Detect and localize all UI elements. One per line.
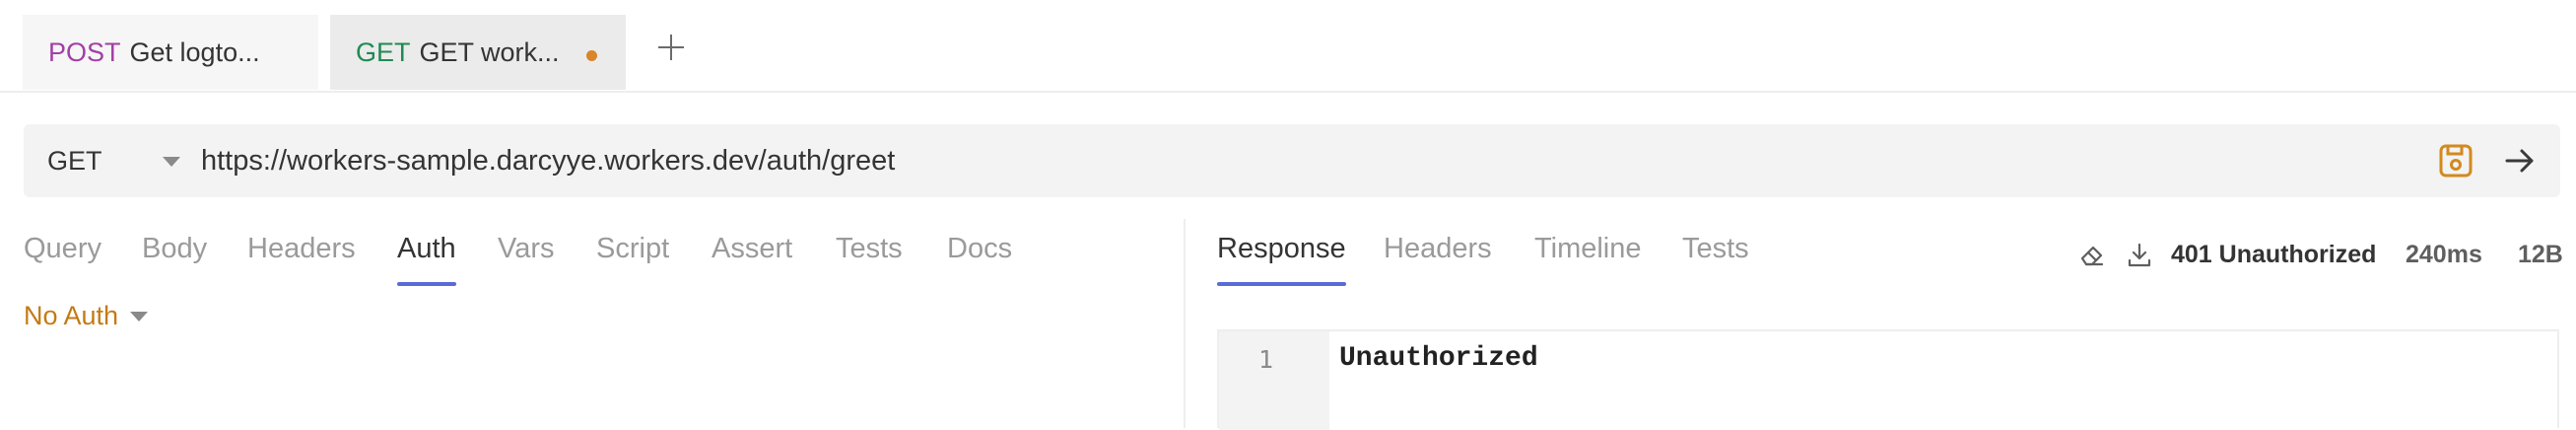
- chevron-down-icon: [130, 311, 149, 322]
- tab-title: GET work...: [419, 36, 560, 67]
- tab-headers[interactable]: Headers: [247, 233, 356, 265]
- tab-query[interactable]: Query: [24, 233, 102, 265]
- arrow-right-icon[interactable]: [2501, 142, 2539, 179]
- line-number: 1: [1258, 345, 1274, 374]
- tab-response-headers[interactable]: Headers: [1384, 233, 1492, 265]
- tab-method-label: POST: [48, 36, 121, 67]
- response-body-viewer[interactable]: 1 Unauthorized: [1217, 329, 2559, 430]
- download-icon[interactable]: [2125, 241, 2154, 270]
- url-input[interactable]: https://workers-sample.darcyye.workers.d…: [201, 124, 895, 197]
- request-tab-get-logto[interactable]: POST Get logto...: [23, 15, 318, 90]
- eraser-icon[interactable]: [2077, 241, 2107, 270]
- tab-tests[interactable]: Tests: [836, 233, 903, 265]
- unsaved-changes-dot: [586, 50, 597, 61]
- tab-response-tests[interactable]: Tests: [1682, 233, 1749, 265]
- http-method-label: GET: [47, 145, 102, 176]
- tab-timeline[interactable]: Timeline: [1534, 233, 1642, 265]
- tab-body[interactable]: Body: [142, 233, 207, 265]
- line-number-gutter: 1: [1219, 331, 1329, 430]
- tab-docs[interactable]: Docs: [947, 233, 1012, 265]
- response-line: Unauthorized: [1339, 343, 1538, 374]
- tab-title: Get logto...: [129, 36, 260, 67]
- auth-mode-label: No Auth: [24, 301, 119, 330]
- tab-response[interactable]: Response: [1217, 233, 1346, 286]
- request-tab-get-workers[interactable]: GET GET work...: [330, 15, 626, 90]
- pane-divider[interactable]: [1184, 219, 1186, 428]
- http-method-selector[interactable]: GET: [47, 124, 102, 197]
- tab-assert[interactable]: Assert: [712, 233, 792, 265]
- tab-script[interactable]: Script: [596, 233, 669, 265]
- status-badge: 401 Unauthorized: [2171, 241, 2377, 268]
- auth-mode-dropdown[interactable]: No Auth: [24, 301, 149, 331]
- response-size: 12B: [2518, 241, 2563, 268]
- tab-method-label: GET: [356, 36, 411, 67]
- tab-vars[interactable]: Vars: [498, 233, 554, 265]
- tab-auth[interactable]: Auth: [397, 233, 456, 286]
- response-time: 240ms: [2406, 241, 2482, 268]
- chevron-down-icon[interactable]: [163, 157, 180, 167]
- save-icon[interactable]: [2437, 142, 2474, 179]
- request-tab-bar: POST Get logto... GET GET work...: [0, 0, 2576, 93]
- plus-icon[interactable]: [654, 31, 688, 64]
- url-bar: GET https://workers-sample.darcyye.worke…: [24, 124, 2560, 197]
